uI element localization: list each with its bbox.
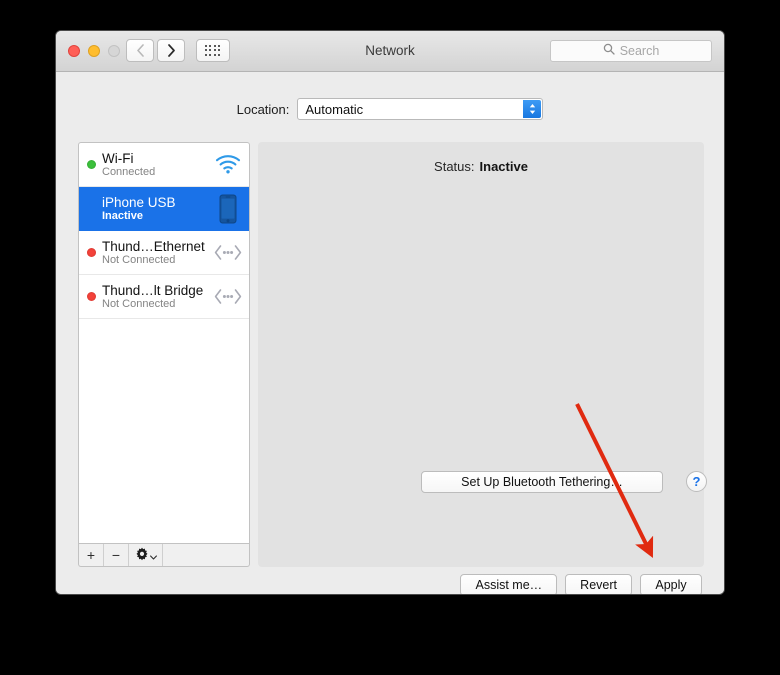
thunderbolt-icon bbox=[213, 288, 243, 305]
service-state: Not Connected bbox=[102, 297, 176, 310]
add-service-button[interactable]: + bbox=[79, 544, 104, 566]
service-text: Wi-Fi Connected bbox=[102, 151, 213, 178]
service-name: Thund…lt Bridge bbox=[102, 282, 204, 298]
network-preferences-window: Network Search Location: Automatic Wi-Fi… bbox=[55, 30, 725, 595]
service-row-iphone-usb[interactable]: iPhone USB Inactive bbox=[79, 187, 249, 231]
iphone-icon bbox=[213, 194, 243, 224]
setup-bluetooth-tethering-button[interactable]: Set Up Bluetooth Tethering… bbox=[421, 471, 663, 493]
revert-button[interactable]: Revert bbox=[565, 574, 632, 594]
search-icon bbox=[603, 42, 615, 60]
location-row: Location: Automatic bbox=[56, 98, 724, 120]
network-service-list[interactable]: Wi-Fi Connected iPhone USB Inactive Thun… bbox=[78, 142, 250, 544]
location-select[interactable]: Automatic bbox=[297, 98, 544, 120]
service-row-thunderbolt-bridge[interactable]: Thund…lt Bridge Not Connected bbox=[79, 275, 249, 319]
chevron-updown-icon[interactable] bbox=[523, 100, 542, 118]
status-row: Status: Inactive bbox=[258, 159, 704, 174]
service-text: Thund…Ethernet Not Connected bbox=[102, 239, 213, 266]
apply-button[interactable]: Apply bbox=[640, 574, 702, 594]
window-body: Location: Automatic Wi-Fi Connected iPho… bbox=[56, 72, 724, 594]
plus-icon: + bbox=[86, 547, 96, 563]
service-actions-button[interactable] bbox=[129, 544, 163, 566]
service-list-toolbar: + − bbox=[78, 544, 250, 567]
service-row-wifi[interactable]: Wi-Fi Connected bbox=[79, 143, 249, 187]
status-dot-red bbox=[87, 248, 96, 257]
gear-icon bbox=[135, 547, 149, 564]
status-label: Status: bbox=[434, 159, 475, 174]
remove-service-button[interactable]: − bbox=[104, 544, 129, 566]
status-dot-green bbox=[87, 160, 96, 169]
service-row-thunderbolt-ethernet[interactable]: Thund…Ethernet Not Connected bbox=[79, 231, 249, 275]
location-label: Location: bbox=[236, 101, 290, 117]
service-name: Wi-Fi bbox=[102, 150, 134, 166]
screen-canvas: Network Search Location: Automatic Wi-Fi… bbox=[0, 0, 780, 675]
service-detail-panel: Status: Inactive Set Up Bluetooth Tetheri… bbox=[258, 142, 707, 567]
minus-icon: − bbox=[111, 547, 121, 563]
toolbar-filler bbox=[163, 544, 249, 566]
service-state: Inactive bbox=[102, 209, 143, 222]
service-text: Thund…lt Bridge Not Connected bbox=[102, 283, 213, 310]
service-state: Not Connected bbox=[102, 253, 176, 266]
search-field[interactable]: Search bbox=[550, 40, 712, 62]
service-state: Connected bbox=[102, 165, 156, 178]
window-titlebar[interactable]: Network Search bbox=[56, 31, 724, 72]
footer-button-group: Assist me… Revert Apply bbox=[460, 574, 702, 594]
chevron-down-icon bbox=[149, 547, 157, 563]
thunderbolt-icon bbox=[213, 244, 243, 261]
service-name: Thund…Ethernet bbox=[102, 238, 205, 254]
status-dot-red bbox=[87, 292, 96, 301]
service-name: iPhone USB bbox=[102, 194, 176, 210]
wifi-icon bbox=[213, 155, 243, 174]
status-dot-none bbox=[87, 204, 96, 213]
status-value: Inactive bbox=[479, 159, 528, 174]
location-value: Automatic bbox=[305, 101, 364, 117]
help-button[interactable]: ? bbox=[686, 471, 707, 492]
search-placeholder: Search bbox=[619, 44, 660, 58]
assist-me-button[interactable]: Assist me… bbox=[460, 574, 558, 594]
service-text: iPhone USB Inactive bbox=[102, 195, 213, 222]
